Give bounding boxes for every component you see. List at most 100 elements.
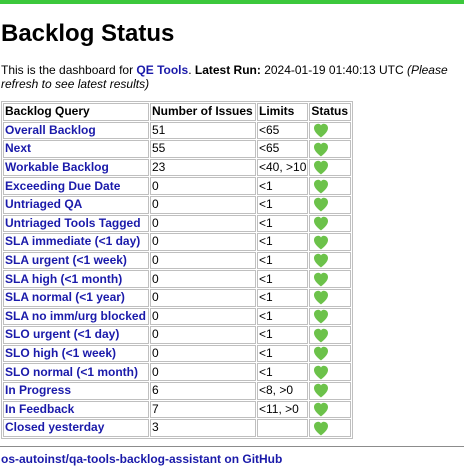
backlog-query-link[interactable]: Untriaged Tools Tagged [5, 216, 141, 230]
table-row: Untriaged Tools Tagged 0 <1 [3, 214, 352, 233]
backlog-query-cell: In Feedback [3, 400, 149, 419]
green-heart-icon [314, 253, 329, 268]
status-cell [309, 121, 352, 140]
backlog-table: Backlog Query Number of Issues Limits St… [1, 101, 354, 439]
header-number-of-issues: Number of Issues [150, 103, 256, 121]
table-row: SLO normal (<1 month) 0 <1 [3, 363, 352, 381]
table-row: Exceeding Due Date 0 <1 [3, 177, 352, 195]
limits-cell: <1 [257, 288, 309, 307]
backlog-query-cell: Workable Backlog [3, 158, 149, 177]
intro-text: This is the dashboard for QE Tools. Late… [1, 63, 463, 91]
table-row: In Progress 6 <8, >0 [3, 381, 352, 400]
issue-count-cell: 51 [150, 121, 256, 140]
green-heart-icon [314, 291, 329, 305]
top-accent-bar [0, 0, 464, 4]
table-row: SLO urgent (<1 day) 0 <1 [3, 326, 352, 344]
issue-count-cell: 55 [150, 140, 256, 158]
table-row: Next 55 <65 [3, 140, 352, 158]
backlog-query-link[interactable]: In Progress [5, 383, 71, 397]
status-cell [309, 270, 352, 288]
limits-cell: <1 [257, 214, 309, 233]
green-heart-icon [314, 346, 329, 361]
backlog-query-link[interactable]: SLA immediate (<1 day) [5, 234, 140, 248]
table-row: Workable Backlog 23 <40, >10 [3, 158, 352, 177]
backlog-query-cell: Closed yesterday [3, 419, 149, 437]
green-heart-icon [314, 421, 329, 436]
limits-cell: <1 [257, 363, 309, 381]
backlog-query-cell: SLA no imm/urg blocked [3, 307, 149, 326]
backlog-query-link[interactable]: SLO normal (<1 month) [5, 365, 138, 379]
limits-cell: <1 [257, 326, 309, 344]
table-row: SLA high (<1 month) 0 <1 [3, 270, 352, 288]
backlog-query-cell: Overall Backlog [3, 121, 149, 140]
status-cell [309, 381, 352, 400]
backlog-query-link[interactable]: Exceeding Due Date [5, 179, 120, 193]
limits-cell: <1 [257, 233, 309, 251]
issue-count-cell: 0 [150, 363, 256, 381]
table-row: SLA urgent (<1 week) 0 <1 [3, 251, 352, 270]
backlog-query-cell: SLA urgent (<1 week) [3, 251, 149, 270]
issue-count-cell: 0 [150, 177, 256, 195]
issue-count-cell: 3 [150, 419, 256, 437]
backlog-query-cell: SLO high (<1 week) [3, 344, 149, 363]
backlog-query-cell: Next [3, 140, 149, 158]
latest-run-value: 2024-01-19 01:40:13 UTC [260, 63, 407, 77]
status-cell [309, 140, 352, 158]
status-cell [309, 158, 352, 177]
limits-cell: <1 [257, 177, 309, 195]
backlog-query-link[interactable]: Closed yesterday [5, 420, 104, 434]
backlog-query-link[interactable]: SLO urgent (<1 day) [5, 327, 119, 341]
backlog-query-link[interactable]: SLA normal (<1 year) [5, 290, 125, 304]
table-row: Overall Backlog 51 <65 [3, 121, 352, 140]
limits-cell: <8, >0 [257, 381, 309, 400]
backlog-table-body: Overall Backlog 51 <65 Next 55 <65 Workable Ba… [3, 121, 352, 437]
backlog-query-link[interactable]: Next [5, 141, 31, 155]
green-heart-icon [314, 142, 329, 157]
backlog-query-link[interactable]: SLA no imm/urg blocked [5, 309, 146, 323]
backlog-query-link[interactable]: SLA urgent (<1 week) [5, 253, 127, 267]
backlog-query-cell: Exceeding Due Date [3, 177, 149, 195]
issue-count-cell: 0 [150, 270, 256, 288]
page-title: Backlog Status [1, 20, 175, 47]
backlog-query-cell: SLA immediate (<1 day) [3, 233, 149, 251]
backlog-query-link[interactable]: SLO high (<1 week) [5, 346, 116, 360]
green-heart-icon [314, 198, 329, 212]
github-repo-link[interactable]: os-autoinst/qa-tools-backlog-assistant o… [1, 452, 282, 466]
limits-cell: <1 [257, 251, 309, 270]
backlog-query-link[interactable]: In Feedback [5, 402, 74, 416]
backlog-query-cell: SLO normal (<1 month) [3, 363, 149, 381]
limits-cell: <1 [257, 307, 309, 326]
header-backlog-query: Backlog Query [3, 103, 149, 121]
green-heart-icon [314, 272, 329, 287]
limits-cell: <40, >10 [257, 158, 309, 177]
green-heart-icon [314, 402, 329, 417]
table-row: SLO high (<1 week) 0 <1 [3, 344, 352, 363]
issue-count-cell: 0 [150, 251, 256, 270]
backlog-query-cell: SLA high (<1 month) [3, 270, 149, 288]
backlog-query-link[interactable]: SLA high (<1 month) [5, 272, 122, 286]
footer-divider [0, 446, 464, 447]
backlog-query-link[interactable]: Overall Backlog [5, 123, 96, 137]
backlog-query-link[interactable]: Untriaged QA [5, 197, 82, 211]
status-cell [309, 233, 352, 251]
backlog-query-link[interactable]: Workable Backlog [5, 160, 109, 174]
backlog-query-cell: SLA normal (<1 year) [3, 288, 149, 307]
backlog-query-cell: Untriaged Tools Tagged [3, 214, 149, 233]
issue-count-cell: 6 [150, 381, 256, 400]
issue-count-cell: 0 [150, 344, 256, 363]
table-row: In Feedback 7 <11, >0 [3, 400, 352, 419]
limits-cell: <65 [257, 140, 309, 158]
issue-count-cell: 23 [150, 158, 256, 177]
team-link[interactable]: QE Tools [136, 63, 188, 77]
status-cell [309, 288, 352, 307]
table-row: SLA no imm/urg blocked 0 <1 [3, 307, 352, 326]
status-cell [309, 214, 352, 233]
status-cell [309, 400, 352, 419]
backlog-query-cell: SLO urgent (<1 day) [3, 326, 149, 344]
limits-cell: <1 [257, 344, 309, 363]
green-heart-icon [314, 384, 329, 398]
status-cell [309, 307, 352, 326]
table-row: SLA immediate (<1 day) 0 <1 [3, 233, 352, 251]
green-heart-icon [314, 123, 329, 138]
limits-cell: <1 [257, 270, 309, 288]
